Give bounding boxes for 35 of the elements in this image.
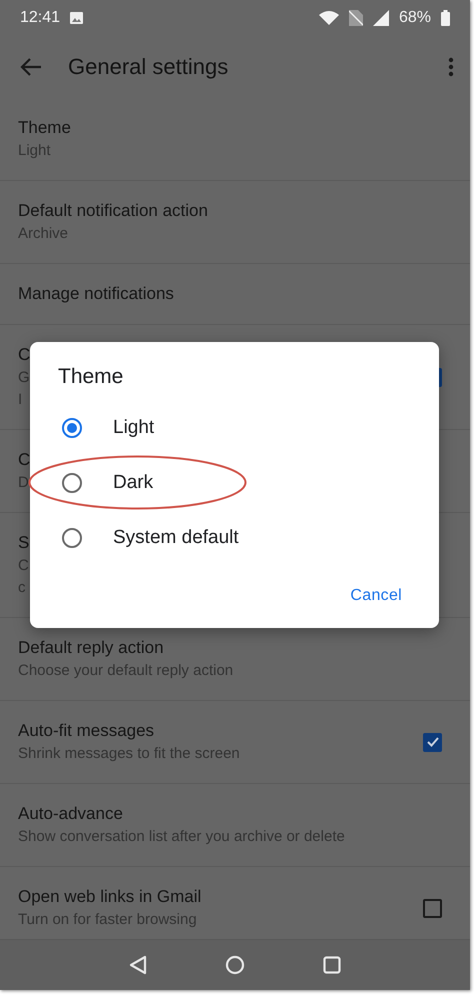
setting-title: Open web links in Gmail: [18, 886, 202, 908]
theme-option[interactable]: Dark: [30, 455, 174, 510]
setting-title: Manage notifications: [18, 283, 174, 305]
no-sim-icon: [348, 10, 363, 26]
radio-button[interactable]: [62, 418, 82, 438]
image-icon: [70, 12, 84, 24]
signal-icon: [372, 10, 389, 26]
theme-option[interactable]: Light: [30, 400, 174, 455]
setting-title: S: [18, 532, 30, 554]
setting-title: C: [18, 344, 30, 366]
battery-icon: [441, 10, 450, 26]
dialog-title: Theme: [58, 364, 124, 390]
battery-percentage: 68%: [398, 9, 431, 27]
status-time: 12:41: [20, 9, 60, 27]
more-options-icon[interactable]: [448, 57, 454, 77]
theme-option[interactable]: System default: [30, 510, 259, 565]
setting-title: Theme: [18, 117, 71, 139]
checkbox[interactable]: [423, 898, 442, 918]
checkbox[interactable]: [439, 368, 442, 386]
setting-title: Default reply action: [18, 637, 164, 659]
radio-button[interactable]: [62, 472, 82, 492]
setting-title: Auto-fit messages: [18, 720, 154, 742]
wifi-icon: [318, 11, 339, 25]
radio-button[interactable]: [62, 528, 82, 548]
checkbox[interactable]: [423, 732, 442, 752]
checkmark-icon: [426, 737, 438, 747]
page-title: General settings: [68, 54, 230, 80]
back-arrow-icon[interactable]: [20, 58, 42, 76]
home-icon[interactable]: [225, 955, 245, 975]
setting-title: Auto-advance: [18, 803, 123, 825]
settings-row[interactable]: Manage notifications: [0, 264, 470, 325]
recents-icon[interactable]: [323, 956, 341, 974]
back-icon[interactable]: [129, 955, 147, 975]
setting-title: C: [18, 449, 30, 471]
setting-title: Default notification action: [18, 200, 208, 222]
